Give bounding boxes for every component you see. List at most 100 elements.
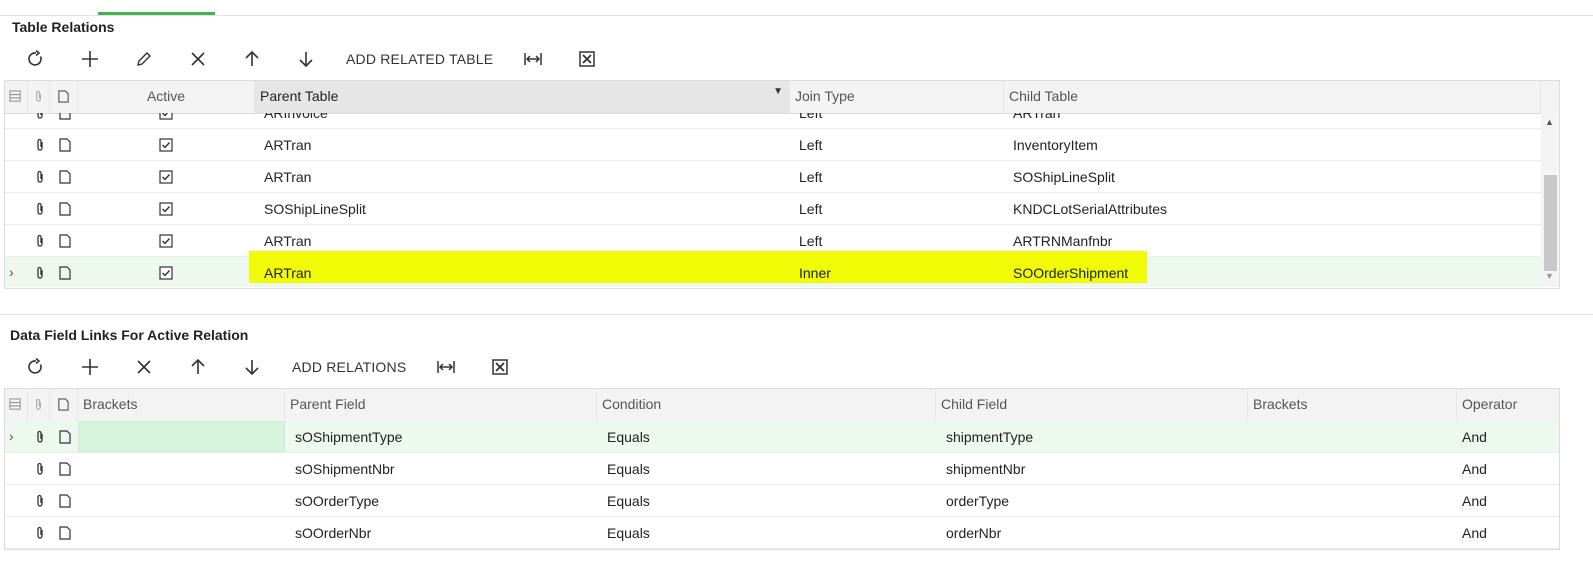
table-row[interactable]: ARInvoice Left ARTran [5,113,1541,129]
column-header-brackets-open[interactable]: Brackets [78,389,285,421]
arrow-down-icon [245,360,259,376]
attachment-icon[interactable] [29,257,51,287]
note-icon[interactable] [54,257,76,287]
column-header-parent-table[interactable]: Parent Table ▼ [255,81,790,113]
top-tab-bar [0,0,1593,16]
column-header-child-table[interactable]: Child Table [1004,81,1541,113]
active-checkbox[interactable] [155,161,177,192]
delete-button[interactable] [174,44,222,74]
attachments-header [28,81,50,113]
attachment-icon[interactable] [29,193,51,224]
cell-parent-table: ARTran [264,169,312,185]
cell-condition: Equals [607,525,650,541]
delete-button[interactable] [120,352,168,382]
export-excel-button[interactable] [563,44,611,74]
column-header-join-type[interactable]: Join Type [790,81,1004,113]
attachment-icon[interactable] [29,485,51,516]
active-checkbox[interactable] [155,129,177,160]
table-row[interactable]: ARTran Left SOShipLineSplit [5,161,1541,193]
row-settings-header[interactable] [5,81,28,113]
pencil-icon [137,52,151,66]
move-down-button[interactable] [282,44,330,74]
fit-columns-button[interactable] [509,44,557,74]
note-icon[interactable] [54,113,76,128]
refresh-button[interactable] [12,44,60,74]
cell-join-type: Left [799,113,823,121]
refresh-icon [28,50,42,66]
table-row[interactable]: ARTran Left InventoryItem [5,129,1541,161]
attachment-icon[interactable] [29,453,51,484]
attachment-icon[interactable] [29,129,51,160]
move-down-button[interactable] [228,352,276,382]
add-related-table-button[interactable]: ADD RELATED TABLE [336,44,503,74]
plus-icon [82,51,98,67]
cell-parent-table: SOShipLineSplit [264,201,366,217]
relations-scrollbar-thumb[interactable] [1544,175,1557,271]
note-icon[interactable] [54,193,76,224]
plus-icon [82,359,98,375]
active-checkbox[interactable] [155,113,177,128]
fit-columns-button[interactable] [422,352,470,382]
export-excel-button[interactable] [476,352,524,382]
cell-parent-field: sOOrderType [295,493,380,509]
links-toolbar: ADD RELATIONS [12,350,530,384]
attachment-icon[interactable] [29,113,51,128]
move-up-button[interactable] [228,44,276,74]
cell-child-field: orderType [946,493,1010,509]
column-header-active[interactable]: Active [78,81,255,113]
refresh-icon [28,358,42,374]
edit-button[interactable] [120,44,168,74]
attachment-icon[interactable] [29,517,51,548]
column-header-condition[interactable]: Condition [597,389,936,421]
active-checkbox[interactable] [155,193,177,224]
cell-brackets-open-editor[interactable] [78,421,285,452]
note-icon[interactable] [54,225,76,256]
note-icon[interactable] [54,421,76,452]
add-relations-button[interactable]: ADD RELATIONS [282,352,416,382]
note-icon [58,398,69,411]
cell-join-type: Inner [799,265,831,281]
note-icon[interactable] [54,485,76,516]
notes-header [50,81,78,113]
cell-child-table: SOOrderShipment [1013,265,1129,281]
attachment-icon[interactable] [29,161,51,192]
table-row[interactable]: › ARTran Inner SOOrderShipment [5,251,1541,287]
relations-toolbar: ADD RELATED TABLE [12,42,617,76]
notes-header [50,389,78,421]
table-row[interactable]: sOOrderNbr Equals orderNbr And [5,517,1559,549]
attachment-icon[interactable] [29,421,51,452]
scroll-up-icon[interactable]: ▲ [1545,117,1554,127]
note-icon[interactable] [54,517,76,548]
column-header-parent-field[interactable]: Parent Field [285,389,597,421]
cell-condition: Equals [607,493,650,509]
table-row[interactable]: sOOrderType Equals orderType And [5,485,1559,517]
column-header-child-field[interactable]: Child Field [936,389,1248,421]
cell-child-table: ARTran [1013,113,1061,121]
active-checkbox[interactable] [155,257,177,287]
cell-operator: And [1462,461,1487,477]
arrow-down-icon [299,52,313,68]
cell-parent-field: sOOrderNbr [295,525,372,541]
add-button[interactable] [66,44,114,74]
column-header-operator[interactable]: Operator [1457,389,1559,421]
cell-operator: And [1462,493,1487,509]
add-button[interactable] [66,352,114,382]
column-header-brackets-close[interactable]: Brackets [1248,389,1457,421]
table-row[interactable]: SOShipLineSplit Left KNDCLotSerialAttribut… [5,193,1541,225]
note-icon[interactable] [54,129,76,160]
table-row[interactable]: › sOShipmentType Equals shipmentType And [5,421,1559,453]
relations-scrollbar[interactable]: ▲ ▼ [1541,113,1559,287]
note-icon[interactable] [54,453,76,484]
note-icon[interactable] [54,161,76,192]
table-row[interactable]: sOShipmentNbr Equals shipmentNbr And [5,453,1559,485]
row-settings-header[interactable] [5,389,28,421]
relations-grid-header: Active Parent Table ▼ Join Type Child Ta… [5,81,1559,114]
attachment-icon[interactable] [29,225,51,256]
scroll-down-icon[interactable]: ▼ [1545,271,1554,281]
refresh-button[interactable] [12,352,60,382]
excel-export-icon [579,51,596,67]
fit-columns-icon [437,361,456,373]
active-checkbox[interactable] [155,225,177,256]
cell-join-type: Left [799,169,823,185]
move-up-button[interactable] [174,352,222,382]
